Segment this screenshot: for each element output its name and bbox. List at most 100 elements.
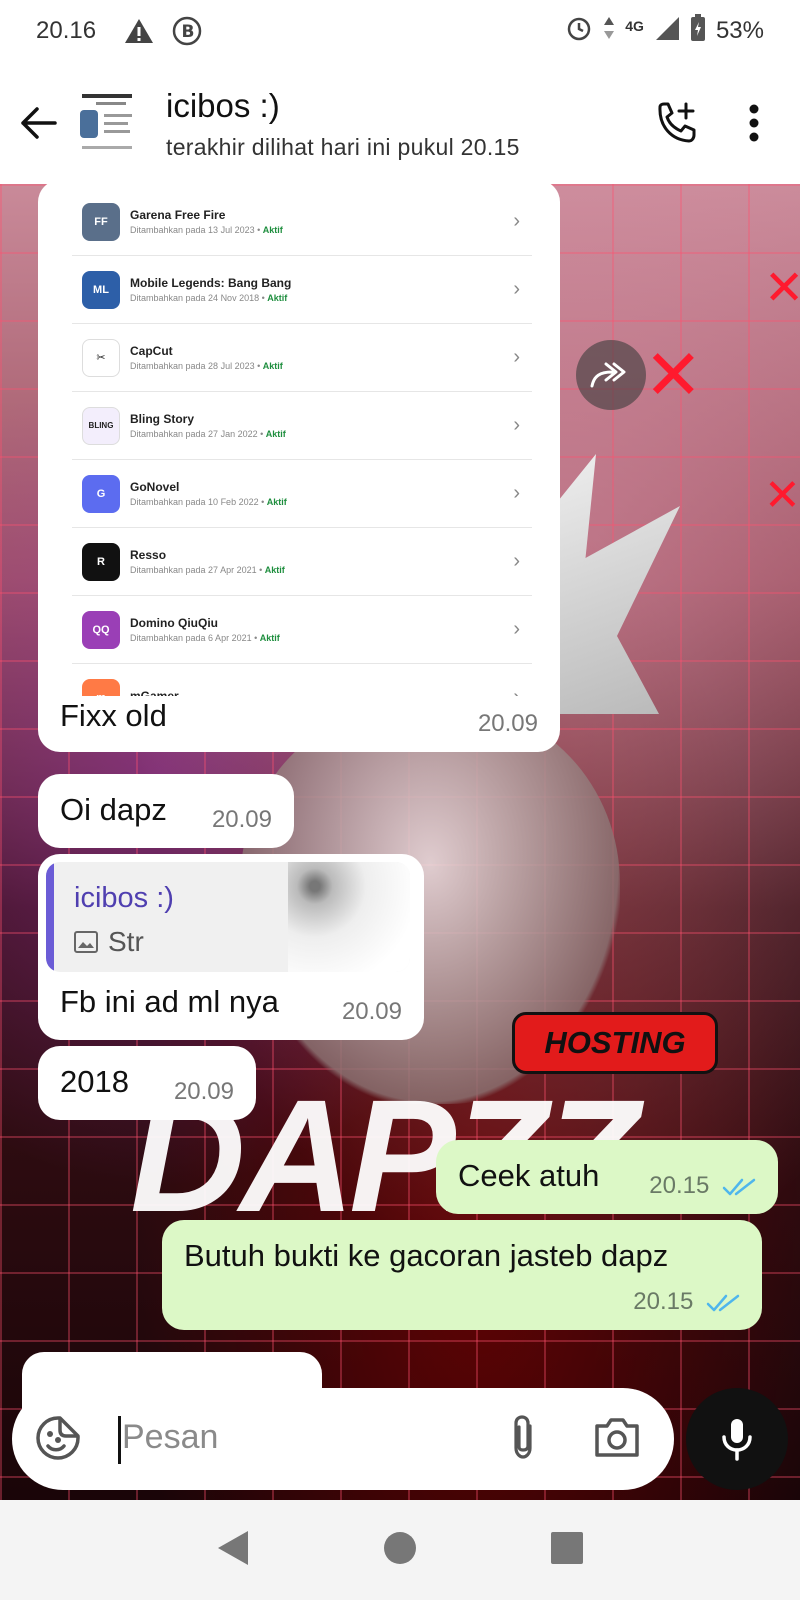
message-text: Ceek atuh xyxy=(458,1158,600,1193)
camera-icon xyxy=(595,1418,639,1457)
app-list-row[interactable]: G GoNovel Ditambahkan pada 10 Feb 2022 • A… xyxy=(72,460,532,528)
nav-back-button[interactable] xyxy=(216,1529,250,1572)
app-status: Aktif xyxy=(264,565,285,575)
app-status: Aktif xyxy=(262,361,283,371)
image-icon xyxy=(74,931,98,953)
app-added-date: Ditambahkan pada 27 Jan 2022 xyxy=(130,429,258,439)
attach-button[interactable] xyxy=(508,1414,538,1465)
message-time: 20.09 xyxy=(477,710,538,737)
app-name: Domino QiuQiu xyxy=(130,616,218,630)
back-button[interactable] xyxy=(2,87,74,159)
incoming-message[interactable]: 2018 20.09 xyxy=(38,1046,256,1120)
data-arrows-icon xyxy=(603,15,615,48)
message-time: 20.15 xyxy=(649,1172,710,1199)
chat-area[interactable]: ✕ ✕ ✕ HOSTING DAPZZ FF Garena Free Fire Di… xyxy=(0,184,800,1500)
add-call-button[interactable] xyxy=(644,91,708,155)
chevron-right-icon: › xyxy=(513,278,520,300)
battery-percent: 53% xyxy=(715,17,764,44)
chevron-right-icon: › xyxy=(513,414,520,436)
chevron-right-icon: › xyxy=(513,686,520,696)
paperclip-icon xyxy=(514,1415,532,1459)
nav-recents-button[interactable] xyxy=(550,1531,584,1570)
svg-text:B: B xyxy=(182,22,195,42)
app-added-date: Ditambahkan pada 10 Feb 2022 xyxy=(130,497,259,507)
app-icon: FF xyxy=(82,202,120,241)
message-time: 20.09 xyxy=(211,806,272,833)
incoming-message[interactable]: Oi dapz 20.09 xyxy=(38,774,294,848)
outgoing-message[interactable]: Butuh bukti ke gacoran jasteb dapz 20.15 xyxy=(162,1220,762,1330)
double-check-icon xyxy=(706,1294,740,1311)
app-icon: ✂ xyxy=(82,338,120,377)
outgoing-message[interactable]: Ceek atuh 20.15 xyxy=(436,1140,778,1214)
last-seen: terakhir dilihat hari ini pukul 20.15 xyxy=(166,133,520,160)
message-text: Oi dapz xyxy=(60,792,167,827)
back-arrow-icon xyxy=(21,107,57,139)
app-list-row[interactable]: QQ Domino QiuQiu Ditambahkan pada 6 Apr 20… xyxy=(72,596,532,664)
app-list-row[interactable]: m mGamer › xyxy=(72,664,532,696)
app-name: CapCut xyxy=(130,344,173,358)
sticker-emoji-button[interactable] xyxy=(34,1414,82,1467)
nav-home-button[interactable] xyxy=(383,1531,417,1570)
quote-accent-bar xyxy=(46,862,54,972)
app-added-date: Ditambahkan pada 27 Apr 2021 xyxy=(130,565,257,575)
app-icon: ML xyxy=(82,270,120,309)
app-added-date: Ditambahkan pada 28 Jul 2023 xyxy=(130,361,255,371)
wallpaper-x-icon: ✕ xyxy=(764,470,800,521)
alarm-icon xyxy=(565,14,593,49)
more-options-button[interactable] xyxy=(734,91,774,155)
contact-info[interactable]: icibos :) terakhir dilihat hari ini puku… xyxy=(166,86,520,161)
message-text: 2018 xyxy=(60,1064,129,1099)
message-text: Butuh bukti ke gacoran jasteb dapz xyxy=(184,1238,669,1273)
chevron-right-icon: › xyxy=(513,210,520,232)
message-input[interactable]: Pesan xyxy=(12,1388,674,1490)
camera-button[interactable] xyxy=(594,1416,640,1463)
nav-recents-icon xyxy=(550,1531,583,1564)
app-status: Aktif xyxy=(262,225,283,235)
forward-icon xyxy=(590,362,626,388)
kebab-menu-icon xyxy=(749,104,759,142)
quoted-thumbnail xyxy=(288,862,410,972)
wallpaper-x-icon: ✕ xyxy=(764,260,800,316)
app-list-row[interactable]: R Resso Ditambahkan pada 27 Apr 2021 • Akt… xyxy=(72,528,532,596)
forward-button[interactable] xyxy=(576,340,646,410)
network-type: 4G xyxy=(625,18,644,34)
app-icon: BLING xyxy=(82,406,120,445)
app-list-row[interactable]: BLING Bling Story Ditambahkan pada 27 Jan … xyxy=(72,392,532,460)
reply-message[interactable]: icibos :) Str Fb ini ad ml nya 20.09 xyxy=(38,854,424,1040)
quoted-text: Str xyxy=(108,926,144,957)
text-cursor xyxy=(118,1416,121,1464)
chevron-right-icon: › xyxy=(513,618,520,640)
app-list-row[interactable]: FF Garena Free Fire Ditambahkan pada 13 Ju… xyxy=(72,188,532,256)
contact-avatar[interactable] xyxy=(74,90,140,156)
app-added-date: Ditambahkan pada 6 Apr 2021 xyxy=(130,633,252,643)
app-status: Aktif xyxy=(266,497,287,507)
phone-plus-icon xyxy=(658,102,696,143)
chevron-right-icon: › xyxy=(513,482,520,504)
quoted-sender: icibos :) xyxy=(74,882,174,914)
app-list-image[interactable]: FF Garena Free Fire Ditambahkan pada 13 Ju… xyxy=(72,188,532,696)
image-message[interactable]: FF Garena Free Fire Ditambahkan pada 13 Ju… xyxy=(38,184,560,752)
chat-header: icibos :) terakhir dilihat hari ini puku… xyxy=(0,62,800,184)
app-name: Garena Free Fire xyxy=(130,208,226,222)
warning-icon xyxy=(124,18,154,44)
message-time: 20.15 xyxy=(633,1288,694,1315)
wallpaper-x-icon: ✕ xyxy=(644,334,703,416)
sticker-icon xyxy=(36,1416,80,1460)
app-list-row[interactable]: ✂ CapCut Ditambahkan pada 28 Jul 2023 • Ak… xyxy=(72,324,532,392)
app-status: Aktif xyxy=(259,633,280,643)
composer: Pesan xyxy=(0,1384,800,1500)
app-icon: G xyxy=(82,474,120,513)
app-added-date: Ditambahkan pada 24 Nov 2018 xyxy=(130,293,260,303)
voice-record-button[interactable] xyxy=(686,1388,788,1490)
message-text: Fb ini ad ml nya xyxy=(60,984,279,1019)
app-name: Mobile Legends: Bang Bang xyxy=(130,276,292,290)
signal-icon xyxy=(654,15,680,48)
nav-home-icon xyxy=(383,1531,416,1564)
app-added-date: Ditambahkan pada 13 Jul 2023 xyxy=(130,225,255,235)
app-list-row[interactable]: ML Mobile Legends: Bang Bang Ditambahkan p… xyxy=(72,256,532,324)
message-time: 20.09 xyxy=(341,998,402,1025)
app-name: GoNovel xyxy=(130,480,180,494)
message-text: Fixx old xyxy=(60,698,167,733)
app-name: Bling Story xyxy=(130,412,195,426)
quoted-message[interactable]: icibos :) Str xyxy=(46,862,410,972)
